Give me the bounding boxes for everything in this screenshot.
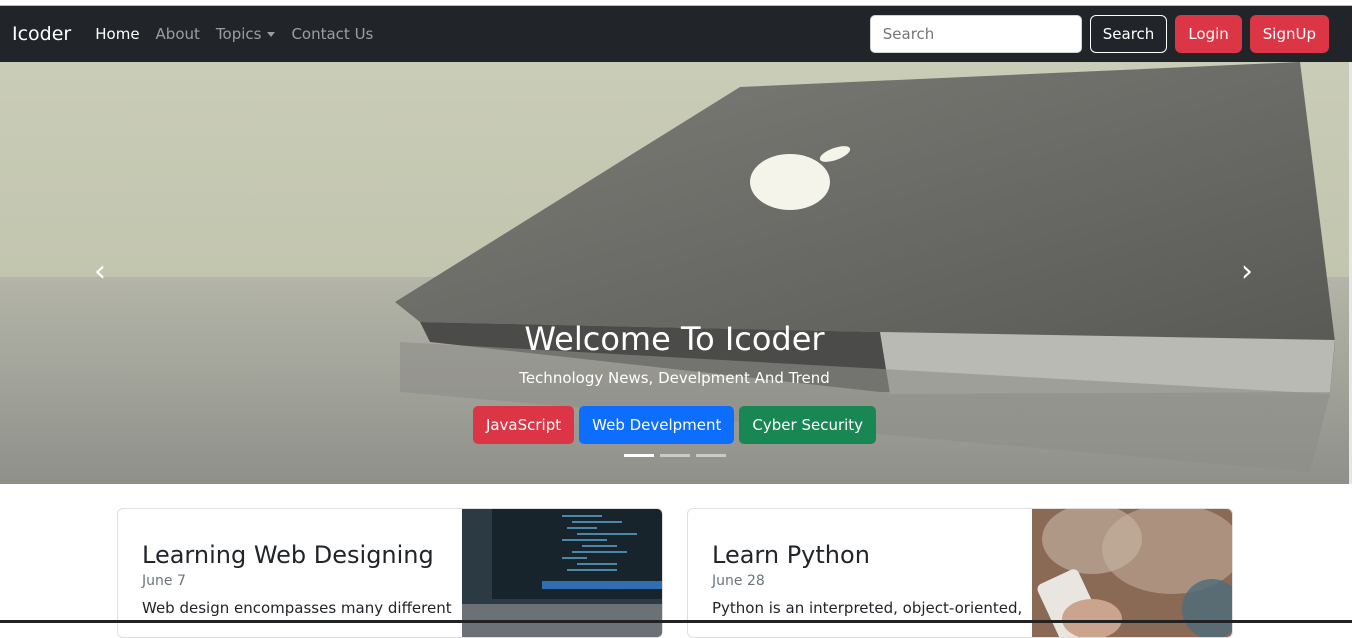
search-input[interactable] [869,15,1082,53]
card-title: Learn Python [712,541,870,569]
brand-logo[interactable]: Icoder [12,23,71,45]
nav-home[interactable]: Home [95,25,139,43]
javascript-button[interactable]: JavaScript [472,406,575,444]
navbar: Icoder Home About Topics Contact Us Sear… [0,6,1352,62]
web-development-button[interactable]: Web Develpment [579,406,735,444]
carousel-indicators [0,454,1349,457]
carousel-indicator-3[interactable] [695,454,726,457]
login-button[interactable]: Login [1175,15,1242,53]
card-body: Learning Web Designing June 7 Web design… [142,541,462,617]
nav-contact[interactable]: Contact Us [291,25,373,43]
caret-down-icon [267,31,276,37]
nav-links: Home About Topics Contact Us [95,25,389,43]
card-body: Learn Python June 28 Python is an interp… [712,541,1032,617]
signup-button[interactable]: SignUp [1249,15,1329,53]
nav-topics-label: Topics [215,25,262,43]
card-python[interactable]: Learn Python June 28 Python is an interp… [687,508,1233,638]
carousel-buttons: JavaScript Web Develpment Cyber Security [0,406,1349,444]
carousel-prev-icon[interactable]: ‹ [85,257,115,287]
card-date: June 7 [142,573,186,589]
card-title: Learning Web Designing [142,541,434,569]
nav-about[interactable]: About [156,25,200,43]
carousel-indicator-1[interactable] [623,454,654,457]
nav-actions: Search Login SignUp [869,15,1329,53]
card-date: June 28 [712,573,765,589]
carousel: ‹ › Welcome To Icoder Technology News, D… [0,62,1349,484]
carousel-subtitle: Technology News, Develpment And Trend [519,369,830,387]
card-phone-image [1032,509,1232,637]
card-text: Web design encompasses many different [142,599,452,617]
card-web-designing[interactable]: Learning Web Designing June 7 Web design… [117,508,663,638]
carousel-indicator-2[interactable] [659,454,690,457]
nav-topics-dropdown[interactable]: Topics [216,25,276,43]
card-text: Python is an interpreted, object-oriente… [712,599,1023,617]
carousel-next-icon[interactable]: › [1232,257,1262,287]
search-button[interactable]: Search [1089,15,1168,53]
carousel-title: Welcome To Icoder [524,320,825,358]
cyber-security-button[interactable]: Cyber Security [739,406,877,444]
card-code-image [462,509,662,637]
